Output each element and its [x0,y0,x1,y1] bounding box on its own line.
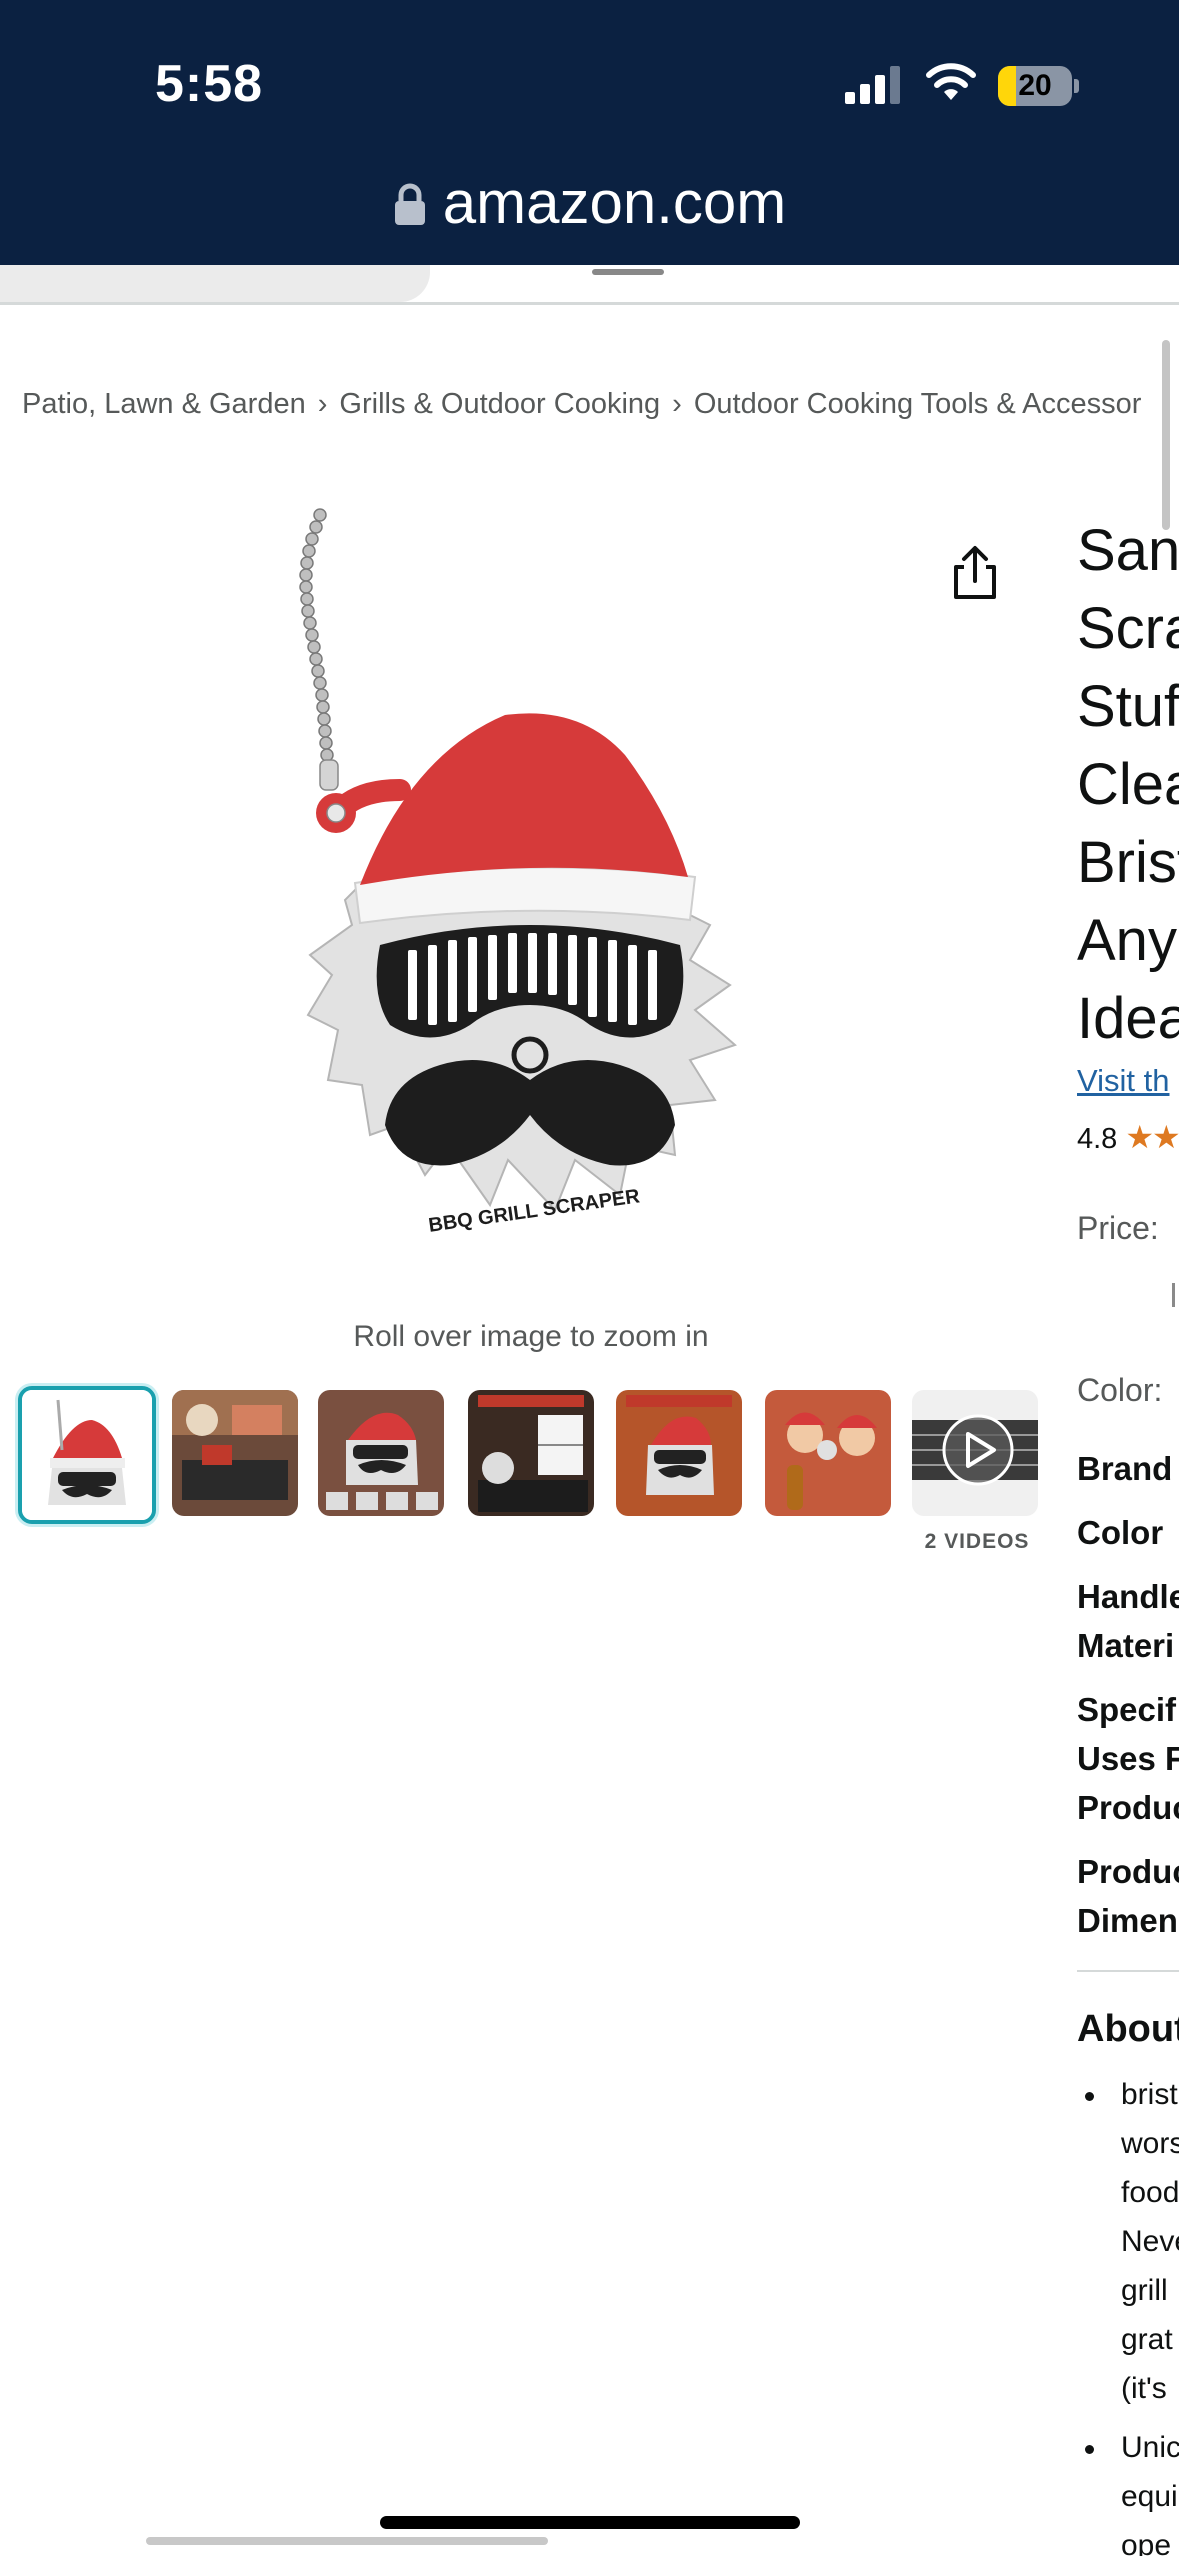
title-line: Brist [1077,830,1179,895]
bullet-item: Unic equi ope [1085,2423,1179,2556]
title-line: Sant [1077,518,1179,583]
video-thumbnail[interactable] [912,1390,1038,1516]
home-indicator[interactable] [380,2516,800,2529]
product-main-image[interactable]: BBQ GRILL SCRAPER [290,505,780,1305]
share-icon[interactable] [950,545,1000,601]
lock-icon [394,183,425,225]
play-icon [942,1414,1014,1486]
spec-label: Specif [1077,1691,1177,1728]
thumbnail-image[interactable] [318,1390,444,1516]
cellular-signal-icon [845,66,900,104]
section-divider [1077,1970,1179,1972]
title-line: Scra [1077,596,1179,661]
spec-label: Materi [1077,1627,1175,1664]
color-label: Color: [1077,1372,1163,1408]
thumbnail-image[interactable] [765,1390,891,1516]
battery-level: 20 [1018,69,1052,102]
battery-icon: 20 [998,66,1079,106]
about-bullets: brist wors food Neve grill grat (it's Un… [1085,2070,1179,2556]
breadcrumb: Patio, Lawn & Garden › Grills & Outdoor Co… [22,388,1141,421]
breadcrumb-link[interactable]: Outdoor Cooking Tools & Accessor [694,388,1142,420]
thumbnail-grill-fire [616,1390,742,1516]
spec-label: Handle [1077,1578,1179,1615]
spec-label: Dimen [1077,1902,1178,1939]
spec-label: Produc [1077,1853,1179,1890]
thumbnail-image[interactable] [172,1390,298,1516]
thumbnail-gift-people [765,1390,891,1516]
price-fragment [1172,1283,1175,1307]
thumbnail-image[interactable] [468,1390,594,1516]
wifi-icon [926,63,976,100]
drag-handle[interactable] [592,269,664,275]
product-engraving-text: BBQ GRILL SCRAPER [427,1185,642,1237]
title-line: Stuf [1077,674,1179,739]
chevron-right-icon: › [672,388,682,420]
header-tab-shape [0,265,430,302]
visit-store-link[interactable]: Visit th [1077,1063,1169,1099]
thumbnail-image[interactable] [616,1390,742,1516]
breadcrumb-link[interactable]: Patio, Lawn & Garden [22,388,306,420]
star-rating-icon: ★★ [1125,1119,1179,1155]
price-label: Price: [1077,1210,1159,1246]
url-domain: amazon.com [442,169,787,236]
breadcrumb-link[interactable]: Grills & Outdoor Cooking [339,388,660,420]
page-header-strip [0,265,1179,305]
bullet-item: brist wors food Neve grill grat (it's [1085,2070,1179,2413]
status-time: 5:58 [155,55,264,113]
spec-label: Produc [1077,1789,1179,1826]
rating-value: 4.8 [1077,1123,1118,1155]
url-bar[interactable]: amazon.com [0,168,1179,237]
thumbnail-image[interactable] [18,1386,156,1524]
title-line: Clea [1077,752,1179,817]
spec-label: Uses F [1077,1740,1179,1777]
spec-label: Color [1077,1514,1164,1551]
horizontal-scrollbar[interactable] [146,2537,548,2545]
thumbnail-versatile-use [468,1390,594,1516]
rating[interactable]: 4.8 ★★ [1077,1118,1179,1156]
videos-count-label: 2 VIDEOS [924,1530,1030,1553]
spec-label: Brand [1077,1450,1173,1487]
thumbnail-bbq-scene [172,1390,298,1516]
title-line: Any [1077,908,1177,973]
browser-top-bar: 5:58 20 amazon.com [0,0,1179,265]
about-heading: About [1077,2008,1179,2050]
vertical-scrollbar[interactable] [1162,340,1170,530]
title-line: Idea [1077,986,1179,1051]
product-title: Sant Scra Stuf Clea Brist Any Idea [1077,512,1179,1058]
zoom-hint: Roll over image to zoom in [353,1320,709,1353]
thumbnail-features [318,1390,444,1516]
thumbnail-santa-scraper [22,1390,152,1520]
chevron-right-icon: › [317,388,328,420]
